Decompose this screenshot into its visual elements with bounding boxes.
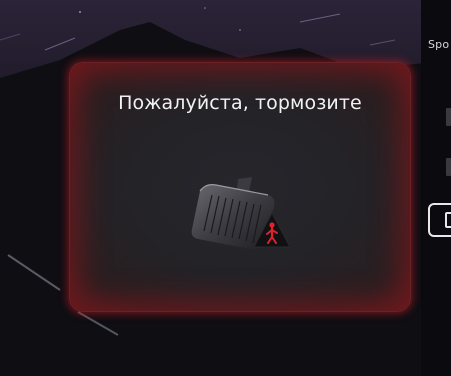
right-panel — [421, 0, 451, 376]
side-indicator — [446, 158, 451, 176]
door-icon — [445, 212, 451, 228]
brake-pedal-icon — [191, 177, 291, 250]
alert-message: Пожалуйста, тормозите — [118, 92, 362, 114]
brake-warning-dialog: Пожалуйста, тормозите — [69, 62, 411, 312]
drive-mode-label: Spo — [428, 38, 450, 51]
side-indicator — [446, 108, 451, 126]
side-control-button[interactable] — [428, 203, 451, 237]
